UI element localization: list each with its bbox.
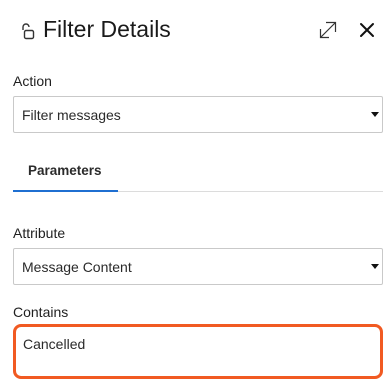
expand-icon[interactable]: [319, 21, 337, 39]
active-tab-indicator: [13, 190, 118, 192]
action-label: Action: [13, 73, 52, 89]
contains-input-value: Cancelled: [23, 336, 86, 352]
tab-parameters[interactable]: Parameters: [13, 152, 118, 192]
contains-label: Contains: [13, 304, 69, 320]
close-icon[interactable]: [358, 21, 376, 39]
filter-details-panel: Filter Details Action Filter messages Pa…: [0, 0, 391, 392]
chevron-down-icon: [371, 112, 379, 117]
tab-label: Parameters: [28, 163, 102, 178]
action-select-value: Filter messages: [22, 107, 121, 123]
panel-title: Filter Details: [43, 16, 171, 42]
unlock-icon: [20, 22, 36, 40]
attribute-select[interactable]: Message Content: [13, 248, 383, 285]
attribute-label: Attribute: [13, 225, 66, 241]
chevron-down-icon: [371, 264, 379, 269]
attribute-select-value: Message Content: [22, 259, 132, 275]
action-select[interactable]: Filter messages: [13, 96, 383, 133]
contains-input[interactable]: Cancelled: [13, 324, 383, 379]
